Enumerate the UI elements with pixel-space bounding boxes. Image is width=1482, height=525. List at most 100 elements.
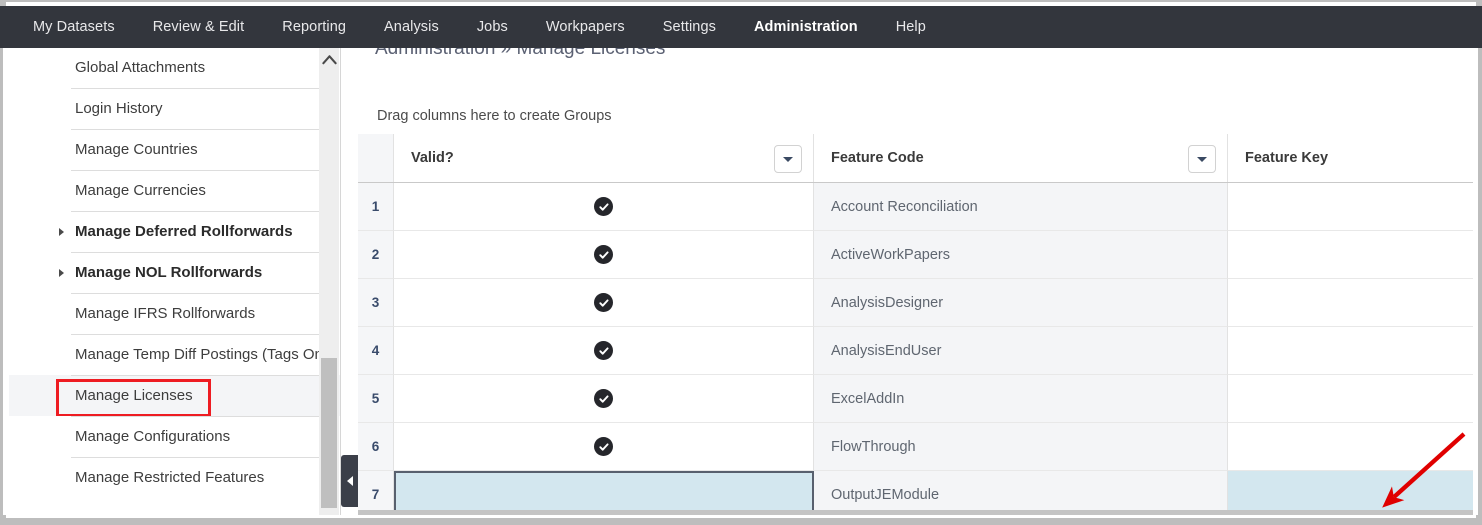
nav-item-administration[interactable]: Administration [735, 6, 877, 48]
valid-cell[interactable] [394, 327, 814, 375]
feature-code-cell[interactable]: Account Reconciliation [814, 183, 1228, 231]
chevron-down-icon[interactable] [774, 145, 802, 173]
check-circle-icon [594, 293, 613, 312]
sidebar-item-label: Manage NOL Rollforwards [75, 264, 263, 281]
table-row[interactable]: 5 ExcelAddIn [358, 375, 1473, 423]
sidebar-item-manage-currencies[interactable]: Manage Currencies [9, 170, 340, 211]
main-content: Administration » Manage Licenses Drag co… [358, 48, 1473, 515]
feature-key-cell[interactable] [1228, 183, 1473, 231]
sidebar-item-manage-temp-diff-postings-tags-only[interactable]: Manage Temp Diff Postings (Tags Only) [9, 334, 340, 375]
top-navigation-bar: My Datasets Review & Edit Reporting Analysi… [0, 6, 1482, 48]
collapse-triangle-icon [346, 476, 353, 486]
feature-code-cell[interactable]: ExcelAddIn [814, 375, 1228, 423]
grid-header-label: Feature Key [1245, 150, 1329, 166]
sidebar-item-label: Manage Temp Diff Postings (Tags Only) [75, 346, 339, 363]
sidebar-scrollbar-thumb[interactable] [321, 358, 337, 508]
window-right-border [1473, 48, 1482, 518]
sidebar-item-manage-countries[interactable]: Manage Countries [9, 129, 340, 170]
row-index-cell: 5 [358, 375, 394, 423]
table-row[interactable]: 2 ActiveWorkPapers [358, 231, 1473, 279]
grid-header-cell-index[interactable] [358, 134, 394, 182]
table-row[interactable]: 4 AnalysisEndUser [358, 327, 1473, 375]
grid-header-cell-key[interactable]: Feature Key [1228, 134, 1473, 182]
application-window: My Datasets Review & Edit Reporting Analysi… [0, 0, 1482, 525]
sidebar-item-label: Manage Restricted Features [75, 469, 265, 486]
valid-cell[interactable] [394, 375, 814, 423]
licenses-grid: Valid? Feature Code Feature Key 1 Account R… [358, 134, 1473, 515]
sidebar-item-divider [71, 416, 336, 417]
group-drop-hint: Drag columns here to create Groups [377, 108, 612, 124]
sidebar-item-manage-configurations[interactable]: Manage Configurations [9, 416, 340, 457]
valid-cell[interactable] [394, 183, 814, 231]
chevron-left-icon[interactable] [341, 455, 358, 507]
sidebar-item-manage-licenses[interactable]: Manage Licenses [9, 375, 340, 417]
sidebar-item-label: Login History [75, 100, 163, 117]
nav-item-help[interactable]: Help [877, 6, 945, 48]
sidebar-item-manage-restricted-features[interactable]: Manage Restricted Features [9, 457, 340, 498]
grid-header-cell-code[interactable]: Feature Code [814, 134, 1228, 182]
check-circle-icon [594, 437, 613, 456]
nav-item-workpapers[interactable]: Workpapers [527, 6, 644, 48]
sidebar-item-manage-ifrs-rollforwards[interactable]: Manage IFRS Rollforwards [9, 293, 340, 334]
sidebar-item-manage-nol-rollforwards[interactable]: Manage NOL Rollforwards [9, 252, 340, 293]
row-index-cell: 6 [358, 423, 394, 471]
feature-key-cell[interactable] [1228, 327, 1473, 375]
sidebar-item-divider [71, 252, 336, 253]
chevron-right-icon[interactable] [59, 268, 64, 277]
row-index-cell: 3 [358, 279, 394, 327]
grid-horizontal-scrollbar[interactable] [358, 510, 1473, 515]
feature-key-cell[interactable] [1228, 471, 1473, 515]
sidebar-item-label: Manage IFRS Rollforwards [75, 305, 256, 322]
table-row[interactable]: 6 FlowThrough [358, 423, 1473, 471]
sidebar-item-label: Global Attachments [75, 59, 206, 76]
sidebar-item-list: Global Attachments Login History Manage Co… [9, 48, 340, 498]
sidebar-item-manage-deferred-rollforwards[interactable]: Manage Deferred Rollforwards [9, 211, 340, 252]
feature-key-cell[interactable] [1228, 231, 1473, 279]
feature-code-cell[interactable]: OutputJEModule [814, 471, 1228, 515]
row-index-cell: 2 [358, 231, 394, 279]
window-bottom-border [0, 515, 1482, 525]
chevron-up-icon[interactable] [319, 48, 339, 70]
nav-item-reporting[interactable]: Reporting [263, 6, 365, 48]
sidebar-item-label: Manage Currencies [75, 182, 206, 199]
sidebar-item-global-attachments[interactable]: Global Attachments [9, 48, 340, 88]
sidebar-item-divider [71, 170, 336, 171]
row-index-cell: 7 [358, 471, 394, 515]
check-circle-icon [594, 197, 613, 216]
table-row[interactable]: 3 AnalysisDesigner [358, 279, 1473, 327]
nav-item-jobs[interactable]: Jobs [458, 6, 527, 48]
breadcrumb: Administration » Manage Licenses [375, 48, 666, 59]
sidebar-item-divider [71, 334, 336, 335]
feature-code-cell[interactable]: AnalysisDesigner [814, 279, 1228, 327]
nav-item-my-datasets[interactable]: My Datasets [14, 6, 134, 48]
pane-separator [340, 48, 341, 515]
chevron-down-icon[interactable] [1188, 145, 1216, 173]
row-index-cell: 4 [358, 327, 394, 375]
grid-header-cell-valid[interactable]: Valid? [394, 134, 814, 182]
feature-key-cell[interactable] [1228, 279, 1473, 327]
feature-code-cell[interactable]: ActiveWorkPapers [814, 231, 1228, 279]
feature-key-cell[interactable] [1228, 423, 1473, 471]
feature-key-cell[interactable] [1228, 375, 1473, 423]
table-row[interactable]: 7 OutputJEModule [358, 471, 1473, 515]
sidebar-item-divider [71, 293, 336, 294]
sidebar-scrollbar[interactable] [319, 48, 339, 515]
valid-cell[interactable] [394, 279, 814, 327]
nav-item-analysis[interactable]: Analysis [365, 6, 458, 48]
valid-cell[interactable] [394, 231, 814, 279]
feature-code-cell[interactable]: AnalysisEndUser [814, 327, 1228, 375]
valid-cell[interactable] [394, 423, 814, 471]
grid-header-row: Valid? Feature Code Feature Key [358, 134, 1473, 183]
grid-body: 1 Account Reconciliation 2 ActiveWorkPapers… [358, 183, 1473, 515]
feature-code-cell[interactable]: FlowThrough [814, 423, 1228, 471]
check-circle-icon [594, 341, 613, 360]
sidebar-item-divider [71, 88, 336, 89]
sidebar-item-divider [71, 211, 336, 212]
valid-cell[interactable] [394, 471, 814, 515]
chevron-right-icon[interactable] [59, 227, 64, 236]
table-row[interactable]: 1 Account Reconciliation [358, 183, 1473, 231]
nav-item-settings[interactable]: Settings [644, 6, 735, 48]
nav-item-review-edit[interactable]: Review & Edit [134, 6, 264, 48]
row-index-cell: 1 [358, 183, 394, 231]
sidebar-item-login-history[interactable]: Login History [9, 88, 340, 129]
